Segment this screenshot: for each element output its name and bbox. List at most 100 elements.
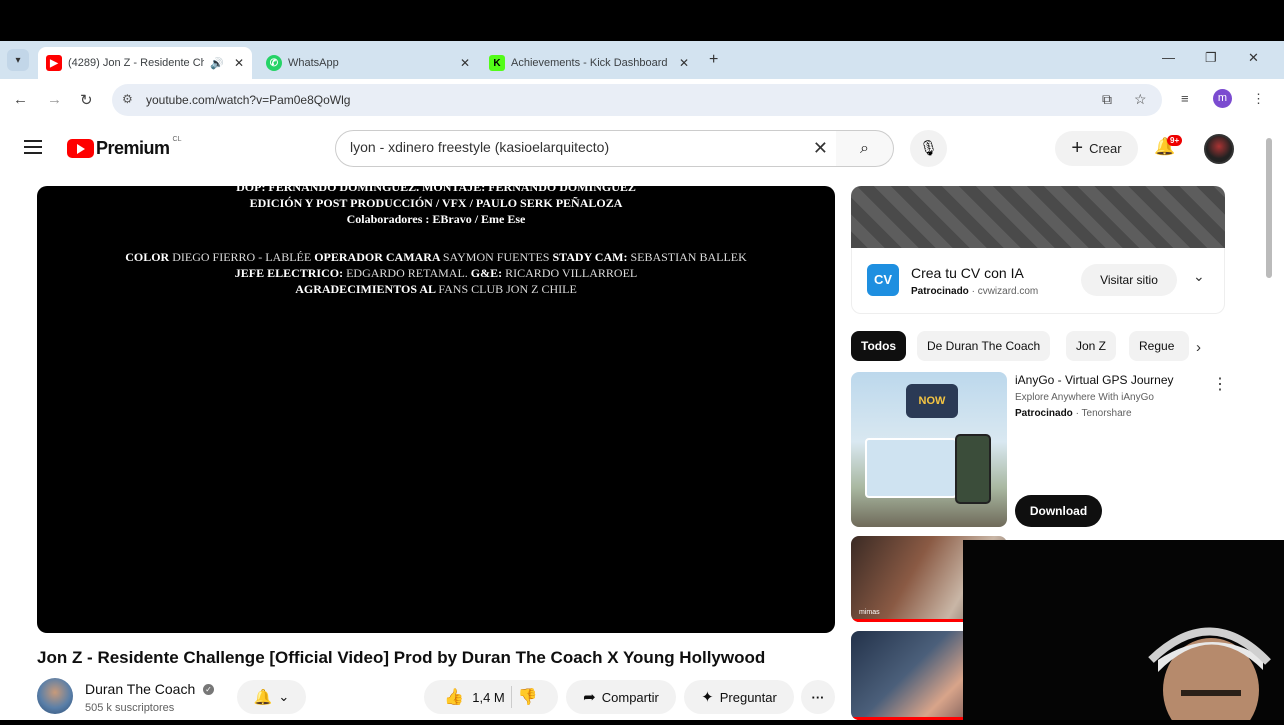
thumbs-up-icon: 👍	[444, 689, 465, 706]
credit-person: DIEGO FIERRO - LABLÉE	[172, 250, 312, 264]
bookmark-star-icon[interactable]: ☆	[1134, 91, 1147, 108]
share-label: Compartir	[601, 689, 659, 705]
download-button[interactable]: Download	[1015, 495, 1102, 527]
more-actions-button[interactable]: ···	[801, 680, 835, 714]
rec-meta: Patrocinado · Tenorshare	[1015, 408, 1132, 419]
channel-avatar[interactable]	[37, 678, 73, 714]
subscription-bell-button[interactable]: 🔔 ⌄	[237, 680, 306, 714]
audio-icon[interactable]: 🔊	[210, 57, 224, 70]
page-scrollbar[interactable]	[1266, 138, 1272, 278]
minimize-icon[interactable]: —	[1162, 50, 1175, 65]
clear-search-icon[interactable]: ✕	[813, 138, 828, 159]
credit-person: SEBASTIAN BALLEK	[630, 250, 747, 264]
ad-domain: cvwizard.com	[977, 286, 1039, 297]
credit-line: DOP: FERNANDO DOMINGUEZ. MONTAJE: FERNAN…	[236, 186, 636, 194]
youtube-logo-icon	[67, 139, 94, 158]
close-tab-icon[interactable]: ✕	[460, 56, 470, 70]
credit-role: COLOR	[125, 250, 170, 264]
sponsored-label: Patrocinado	[911, 286, 969, 297]
share-button[interactable]: ➦ Compartir	[566, 680, 676, 714]
channel-name[interactable]: Duran The Coach	[85, 681, 195, 697]
search-input[interactable]	[350, 139, 790, 155]
install-app-icon[interactable]: ⧉	[1102, 91, 1112, 108]
rec-subtitle: Explore Anywhere With iAnyGo	[1015, 392, 1154, 403]
video-player[interactable]: DOP: FERNANDO DOMINGUEZ. MONTAJE: FERNAN…	[37, 186, 835, 633]
tab-title: WhatsApp	[288, 57, 339, 69]
url-text[interactable]: youtube.com/watch?v=Pam0e8QoWlg	[146, 93, 350, 107]
create-label: Crear	[1089, 141, 1122, 156]
ad-meta: Patrocinado · cvwizard.com	[911, 286, 1039, 297]
ask-label: Preguntar	[719, 689, 777, 705]
close-window-icon[interactable]: ✕	[1248, 50, 1259, 66]
ad-banner-image[interactable]	[851, 186, 1225, 248]
menu-kebab-icon[interactable]: ⋮	[1252, 91, 1265, 107]
close-tab-icon[interactable]: ✕	[679, 56, 689, 70]
sponsored-ad-card[interactable]: CV Crea tu CV con IA Patrocinado · cvwiz…	[851, 248, 1225, 314]
tab-search-menu-icon[interactable]: ▾	[7, 49, 29, 71]
address-bar-row: ← → ↻ ⚙ youtube.com/watch?v=Pam0e8QoWlg …	[0, 79, 1284, 122]
chip-de-duran[interactable]: De Duran The Coach	[917, 331, 1051, 361]
more-vertical-icon[interactable]: ⋮	[1212, 374, 1228, 394]
phone-image	[955, 434, 991, 504]
credit-line: Colaboradores : EBravo / Eme Ese	[346, 212, 526, 226]
game-logo: NOW	[906, 384, 958, 418]
back-icon[interactable]: ←	[13, 91, 28, 108]
restore-icon[interactable]: ❐	[1205, 50, 1217, 66]
new-tab-icon[interactable]: +	[709, 51, 718, 69]
microphone-icon: 🎙	[918, 140, 939, 157]
like-button[interactable]: 👍 1,4 M	[444, 687, 504, 707]
map-screen	[865, 438, 957, 498]
credit-line: COLOR DIEGO FIERRO - LABLÉE OPERADOR CAM…	[37, 250, 835, 265]
credit-person: SAYMON FUENTES	[442, 250, 550, 264]
brand-text: Premium	[96, 138, 170, 158]
tab-kick[interactable]: K Achievements - Kick Dashboard ✕	[481, 47, 697, 79]
chip-todos[interactable]: Todos	[851, 331, 907, 361]
chip-jon-z[interactable]: Jon Z	[1066, 331, 1117, 361]
tab-youtube[interactable]: ▶ (4289) Jon Z - Residente Ch 🔊 ✕	[38, 47, 252, 79]
site-info-icon[interactable]: ⚙	[122, 92, 133, 106]
credit-person: FANS CLUB JON Z CHILE	[438, 282, 577, 296]
advertiser: Tenorshare	[1081, 408, 1132, 419]
media-controls-icon[interactable]: ≡	[1181, 91, 1189, 106]
cvwizard-logo: CV	[867, 264, 899, 296]
thumbs-down-icon[interactable]: 👎	[518, 687, 538, 707]
hamburger-menu-icon[interactable]	[24, 140, 42, 154]
credit-line: EDICIÓN Y POST PRODUCCIÓN / VFX / PAULO …	[249, 196, 623, 210]
credit-line: AGRADECIMIENTOS AL FANS CLUB JON Z CHILE	[37, 282, 835, 297]
chip-regue[interactable]: Regue	[1129, 331, 1189, 361]
tab-whatsapp[interactable]: ✆ WhatsApp ✕	[258, 47, 478, 79]
chevron-down-icon[interactable]: ⌄	[1193, 268, 1205, 285]
bell-icon: 🔔	[253, 689, 273, 706]
youtube-premium-logo[interactable]: Premium CL	[67, 136, 182, 159]
whatsapp-favicon-icon: ✆	[266, 55, 282, 71]
credit-role: G&E:	[470, 266, 503, 280]
chevron-right-icon[interactable]: ›	[1196, 339, 1201, 356]
account-avatar[interactable]	[1204, 134, 1234, 164]
country-code: CL	[172, 136, 182, 143]
ask-button[interactable]: ✦ Preguntar	[684, 680, 794, 714]
browser-chrome: ▾ ▶ (4289) Jon Z - Residente Ch 🔊 ✕ ✆ Wh…	[0, 41, 1284, 122]
tab-title: Achievements - Kick Dashboard	[511, 57, 668, 69]
like-dislike-group: 👍 1,4 M 👎	[424, 680, 558, 714]
profile-avatar[interactable]: m	[1213, 89, 1232, 108]
subscriber-count: 505 k suscriptores	[85, 702, 175, 714]
ad-thumbnail[interactable]: NOW	[851, 372, 1007, 527]
search-button[interactable]: ⌕	[836, 130, 894, 167]
tab-strip: ▾ ▶ (4289) Jon Z - Residente Ch 🔊 ✕ ✆ Wh…	[0, 41, 1284, 79]
close-tab-icon[interactable]: ✕	[234, 56, 244, 70]
credit-role: JEFE ELECTRICO:	[234, 266, 344, 280]
create-button[interactable]: + Crear	[1055, 131, 1138, 166]
forward-icon[interactable]: →	[47, 91, 62, 108]
rec-title[interactable]: iAnyGo - Virtual GPS Journey	[1015, 373, 1174, 387]
sponsored-label: Patrocinado	[1015, 408, 1073, 419]
omnibox[interactable]: ⚙ youtube.com/watch?v=Pam0e8QoWlg ⧉ ☆	[112, 84, 1162, 116]
webcam-overlay	[963, 540, 1284, 725]
notification-badge: 9+	[1167, 135, 1183, 146]
sparkle-icon: ✦	[701, 689, 714, 706]
voice-search-button[interactable]: 🎙	[910, 130, 947, 167]
search-box: ✕	[335, 130, 837, 167]
reload-icon[interactable]: ↻	[80, 91, 93, 109]
visit-site-button[interactable]: Visitar sitio	[1081, 264, 1177, 296]
divider	[510, 686, 512, 708]
credit-person: RICARDO VILLARROEL	[505, 266, 638, 280]
